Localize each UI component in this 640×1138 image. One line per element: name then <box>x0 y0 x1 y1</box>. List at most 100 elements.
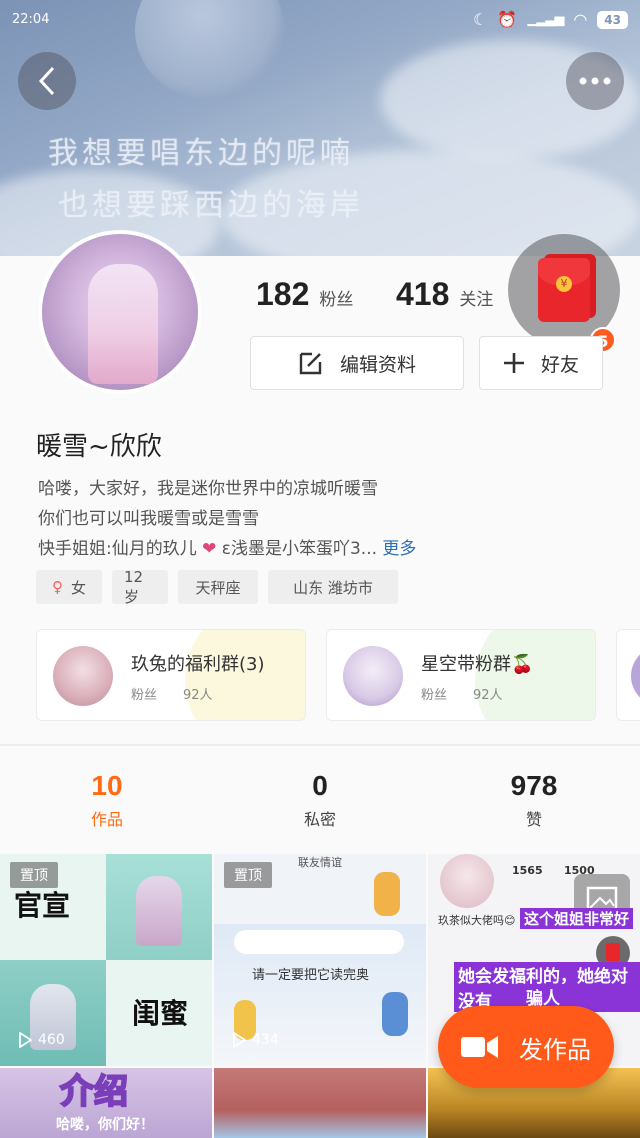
thumb-text: 介绍 <box>59 1071 129 1113</box>
chevron-left-icon <box>38 66 55 96</box>
video-thumbnail[interactable]: 官宣 闺蜜 置顶 460 <box>0 854 212 1066</box>
fans-label: 粉丝 <box>319 290 354 310</box>
female-icon: ♀ <box>51 578 63 596</box>
thumb-photo <box>0 960 106 1066</box>
bio-more-link[interactable]: 更多 <box>382 539 416 559</box>
tag-label: 山东 潍坊市 <box>293 578 373 597</box>
group-meta: 粉丝 92人 <box>131 684 239 703</box>
tab-label: 作品 <box>90 810 123 829</box>
zodiac-tag: 天秤座 <box>178 570 258 604</box>
add-friend-button[interactable]: 好友 <box>479 336 603 390</box>
red-packet-icon: ¥ <box>538 258 590 322</box>
video-thumbnail[interactable] <box>214 1068 426 1138</box>
cloud-decoration <box>234 930 404 954</box>
add-friend-label: 好友 <box>540 353 579 376</box>
thumb-caption: 联友情谊 <box>298 856 342 869</box>
avatar-figure <box>88 264 158 384</box>
group-card[interactable]: 玖兔的福利群(3) 粉丝 92人 <box>36 629 306 721</box>
follow-count: 418 <box>396 276 450 312</box>
group-name: 星空带粉群🍒 <box>421 654 534 675</box>
group-name: 玖兔的福利群(3) <box>131 654 265 675</box>
thumb-text: 哈喽，你们好！ <box>56 1117 154 1133</box>
more-dots-icon <box>579 77 611 85</box>
play-icon <box>19 1032 32 1048</box>
video-camera-icon <box>461 1036 498 1058</box>
pinned-badge: 置顶 <box>10 862 58 888</box>
follow-label: 关注 <box>459 290 494 310</box>
more-button[interactable] <box>566 52 624 110</box>
tab-private[interactable]: 0 私密 <box>245 770 395 830</box>
group-avatar <box>53 646 113 706</box>
bio: 哈喽，大家好，我是迷你世界中的凉城听暖雪 你们也可以叫我暖雪或是雪雪 快手姐姐:… <box>38 474 416 564</box>
tag-label: 天秤座 <box>195 578 241 597</box>
bio-text: ε浅墨是小笨蛋吖3... <box>221 539 378 559</box>
coin-icon: ¥ <box>556 276 572 292</box>
video-thumbnail[interactable]: 介绍 哈喽，你们好！ <box>0 1068 212 1138</box>
thumb-text: 官宣 <box>14 889 71 922</box>
tab-works[interactable]: 10 作品 <box>32 770 182 830</box>
location-tag: 山东 潍坊市 <box>268 570 398 604</box>
highlight-text: 这个姐姐非常好 <box>520 908 634 929</box>
age-tag: 12岁 <box>112 567 168 606</box>
group-card[interactable]: 星空带粉群🍒 粉丝 92人 <box>326 629 596 721</box>
status-time: 22:04 <box>12 12 50 27</box>
group-fans-label: 粉丝 <box>131 688 158 703</box>
thumb-text: 闺蜜 <box>132 997 189 1030</box>
tab-label: 私密 <box>303 810 336 829</box>
edit-profile-label: 编辑资料 <box>339 353 416 376</box>
video-thumbnail[interactable]: 联友情谊 请一定要把它读完奥 置顶 434 <box>214 854 426 1066</box>
tag-label: 女 <box>70 578 86 597</box>
divider <box>0 744 640 746</box>
status-icons: ☾ ⏰ ▁▂▃▅ ◠ 43 <box>473 10 628 29</box>
username: 暖雪~欣欣 <box>36 432 162 462</box>
pinned-badge: 置顶 <box>224 862 272 888</box>
post-work-label: 发作品 <box>519 1035 591 1064</box>
avatar[interactable] <box>38 230 202 394</box>
thumb-figure <box>136 876 182 946</box>
moon-icon: ☾ <box>473 10 488 29</box>
tag-label: 12岁 <box>124 567 144 606</box>
tab-likes[interactable]: 978 赞 <box>459 770 609 830</box>
banner-text-line2: 也想要踩西边的海岸 <box>58 188 364 223</box>
bio-text: 快手姐姐:仙月的玖儿 <box>38 539 197 559</box>
group-card-partial[interactable] <box>616 629 640 721</box>
group-count: 92人 <box>473 688 503 703</box>
gender-tag: ♀ 女 <box>36 570 102 604</box>
status-bar: 22:04 ☾ ⏰ ▁▂▃▅ ◠ 43 <box>0 0 640 40</box>
post-work-button[interactable]: 发作品 <box>438 1006 614 1088</box>
edit-profile-button[interactable]: 编辑资料 <box>250 336 464 390</box>
group-avatar <box>343 646 403 706</box>
play-icon <box>233 1032 246 1048</box>
play-count-value: 460 <box>38 1032 65 1048</box>
play-count: 434 <box>232 1032 279 1048</box>
tab-count: 0 <box>312 770 328 801</box>
wifi-icon: ◠ <box>573 10 588 29</box>
tab-count: 978 <box>510 770 558 801</box>
group-meta: 粉丝 92人 <box>421 684 529 703</box>
tab-count: 10 <box>91 770 123 801</box>
signal-icon: ▁▂▃▅ <box>527 12 564 27</box>
bio-line: 你们也可以叫我暖雪或是雪雪 <box>38 509 259 529</box>
cartoon-figure <box>382 992 408 1036</box>
thumb-stat: 1565 <box>512 864 543 877</box>
fans-count: 182 <box>256 276 310 312</box>
heart-icon: ❤ <box>202 539 217 559</box>
alarm-icon: ⏰ <box>497 10 518 29</box>
plus-icon <box>503 353 524 373</box>
fans-stat[interactable]: 182 粉丝 <box>256 276 353 313</box>
play-count: 460 <box>18 1032 65 1048</box>
group-avatar <box>631 646 640 706</box>
tab-label: 赞 <box>525 810 542 829</box>
bio-line: 哈喽，大家好，我是迷你世界中的凉城听暖雪 <box>38 479 378 499</box>
edit-icon <box>299 352 322 375</box>
red-packet-icon <box>606 943 620 961</box>
banner-text-line1: 我想要唱东边的呢喃 <box>48 136 354 171</box>
cartoon-figure <box>374 872 400 916</box>
thumb-caption: 玖茶似大佬吗😊 <box>438 914 516 927</box>
thumb-photo <box>106 854 212 960</box>
battery-icon: 43 <box>597 10 628 29</box>
thumb-avatar <box>440 854 494 908</box>
follow-stat[interactable]: 418 关注 <box>396 276 493 313</box>
back-button[interactable] <box>18 52 76 110</box>
thumb-caption: 请一定要把它读完奥 <box>252 968 370 983</box>
